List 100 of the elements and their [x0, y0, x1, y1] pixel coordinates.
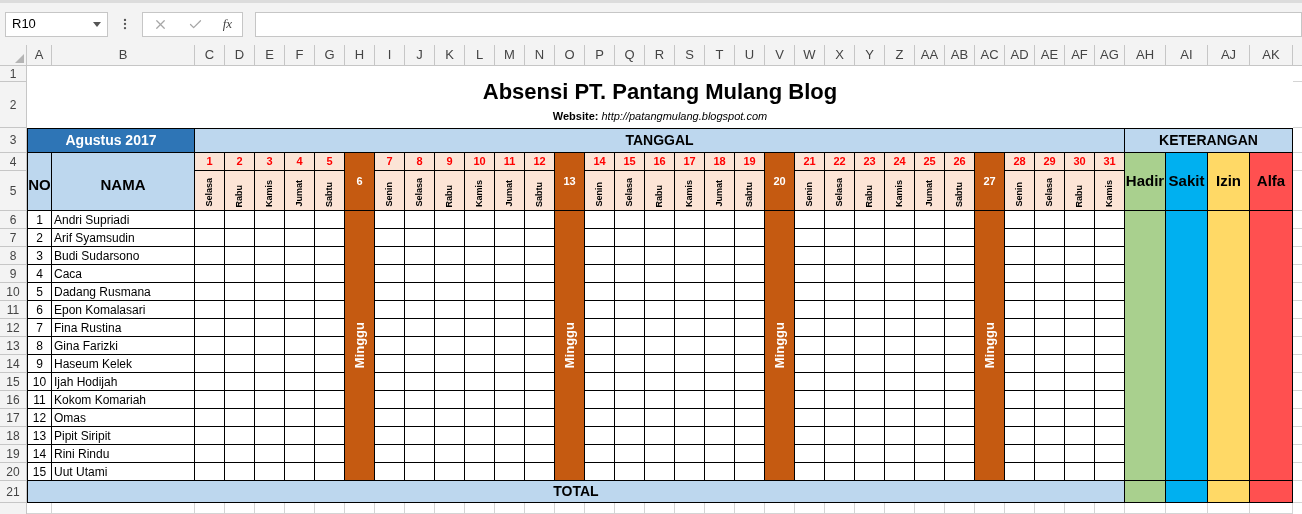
name-box[interactable]: R10 [5, 11, 108, 37]
day-name: Jumat [715, 180, 724, 207]
empty-cell [525, 503, 555, 514]
empty-cell [945, 503, 975, 514]
empty-cell [1095, 503, 1125, 514]
empty-cell [255, 503, 285, 514]
sunday-date: 6 [345, 153, 375, 211]
row-header: 21 [0, 481, 27, 503]
date-cell: 30 [1065, 153, 1095, 171]
day-name: Kamis [895, 180, 904, 207]
column-title: NAMA [52, 153, 195, 211]
day-name: Selasa [835, 178, 844, 207]
date-cell: 31 [1095, 153, 1125, 171]
column-header: AA [915, 45, 945, 66]
column-header: I [375, 45, 405, 66]
empty-cell [645, 503, 675, 514]
column-header: O [555, 45, 585, 66]
name-cell: Omas [52, 409, 195, 427]
date-cell: 4 [285, 153, 315, 171]
notes-total-cell [1250, 481, 1293, 503]
date-cell: 22 [825, 153, 855, 171]
empty-cell [495, 503, 525, 514]
date-cell: 29 [1035, 153, 1065, 171]
empty-cell [225, 503, 255, 514]
name-cell: Gina Farizki [52, 337, 195, 355]
row-header: 12 [0, 319, 27, 337]
column-header: A [27, 45, 52, 66]
insert-function-button[interactable]: fx [222, 14, 233, 34]
empty-cell [765, 503, 795, 514]
date-cell: 21 [795, 153, 825, 171]
date-cell: 9 [435, 153, 465, 171]
empty-cell [825, 503, 855, 514]
empty-cell [1005, 503, 1035, 514]
select-all-icon[interactable] [15, 54, 24, 63]
row-header: 6 [0, 211, 27, 229]
column-header: N [525, 45, 555, 66]
name-cell: Pipit Siripit [52, 427, 195, 445]
date-cell: 10 [465, 153, 495, 171]
empty-cell [1250, 503, 1293, 514]
sheet-title: Absensi PT. Pantang Mulang Blog [482, 81, 838, 103]
sunday-label: Minggu [770, 322, 788, 369]
date-cell: 2 [225, 153, 255, 171]
empty-cell [555, 503, 585, 514]
date-cell: 3 [255, 153, 285, 171]
column-header: T [705, 45, 735, 66]
notes-total-cell [1208, 481, 1250, 503]
day-name: Rabu [1075, 184, 1084, 207]
empty-cell [1166, 503, 1208, 514]
sunday-date: 13 [555, 153, 585, 211]
date-cell: 19 [735, 153, 765, 171]
row-header: 7 [0, 229, 27, 247]
day-name: Sabtu [325, 182, 334, 207]
day-name: Kamis [685, 180, 694, 207]
date-cell: 1 [195, 153, 225, 171]
row-header: 2 [0, 82, 27, 128]
day-name: Sabtu [745, 182, 754, 207]
date-cell: 18 [705, 153, 735, 171]
sunday-label: Minggu [350, 322, 368, 369]
day-name: Senin [595, 182, 604, 207]
column-header: R [645, 45, 675, 66]
dropdown-caret-icon[interactable] [93, 21, 101, 27]
total-label: TOTAL [27, 481, 1125, 503]
day-name: Rabu [445, 184, 454, 207]
row-header: 13 [0, 337, 27, 355]
name-cell: Kokom Komariah [52, 391, 195, 409]
name-cell: Ijah Hodijah [52, 373, 195, 391]
column-header: X [825, 45, 855, 66]
column-header: E [255, 45, 285, 66]
column-header: P [585, 45, 615, 66]
date-cell: 16 [645, 153, 675, 171]
number-cell: 9 [27, 355, 52, 373]
column-header: AJ [1208, 45, 1250, 66]
number-cell: 5 [27, 283, 52, 301]
formula-input[interactable] [255, 11, 1302, 37]
date-cell: 11 [495, 153, 525, 171]
number-cell: 4 [27, 265, 52, 283]
empty-cell [795, 503, 825, 514]
column-header: K [435, 45, 465, 66]
date-cell: 8 [405, 153, 435, 171]
number-cell: 6 [27, 301, 52, 319]
column-header: Y [855, 45, 885, 66]
column-header: AK [1250, 45, 1293, 66]
notes-header: KETERANGAN [1125, 128, 1293, 153]
notes-column-title: Sakit [1166, 153, 1208, 211]
name-cell: Haseum Kelek [52, 355, 195, 373]
day-name: Sabtu [535, 182, 544, 207]
column-header: Q [615, 45, 645, 66]
date-cell: 17 [675, 153, 705, 171]
empty-cell [1208, 503, 1250, 514]
empty-cell [855, 503, 885, 514]
column-header: AI [1166, 45, 1208, 66]
sunday-label: Minggu [560, 322, 578, 369]
day-name: Kamis [1105, 180, 1114, 207]
empty-cell [1065, 503, 1095, 514]
row-header: 18 [0, 427, 27, 445]
row-header: 5 [0, 171, 27, 211]
empty-cell [1035, 503, 1065, 514]
row-header: 8 [0, 247, 27, 265]
date-cell: 12 [525, 153, 555, 171]
date-cell: 15 [615, 153, 645, 171]
